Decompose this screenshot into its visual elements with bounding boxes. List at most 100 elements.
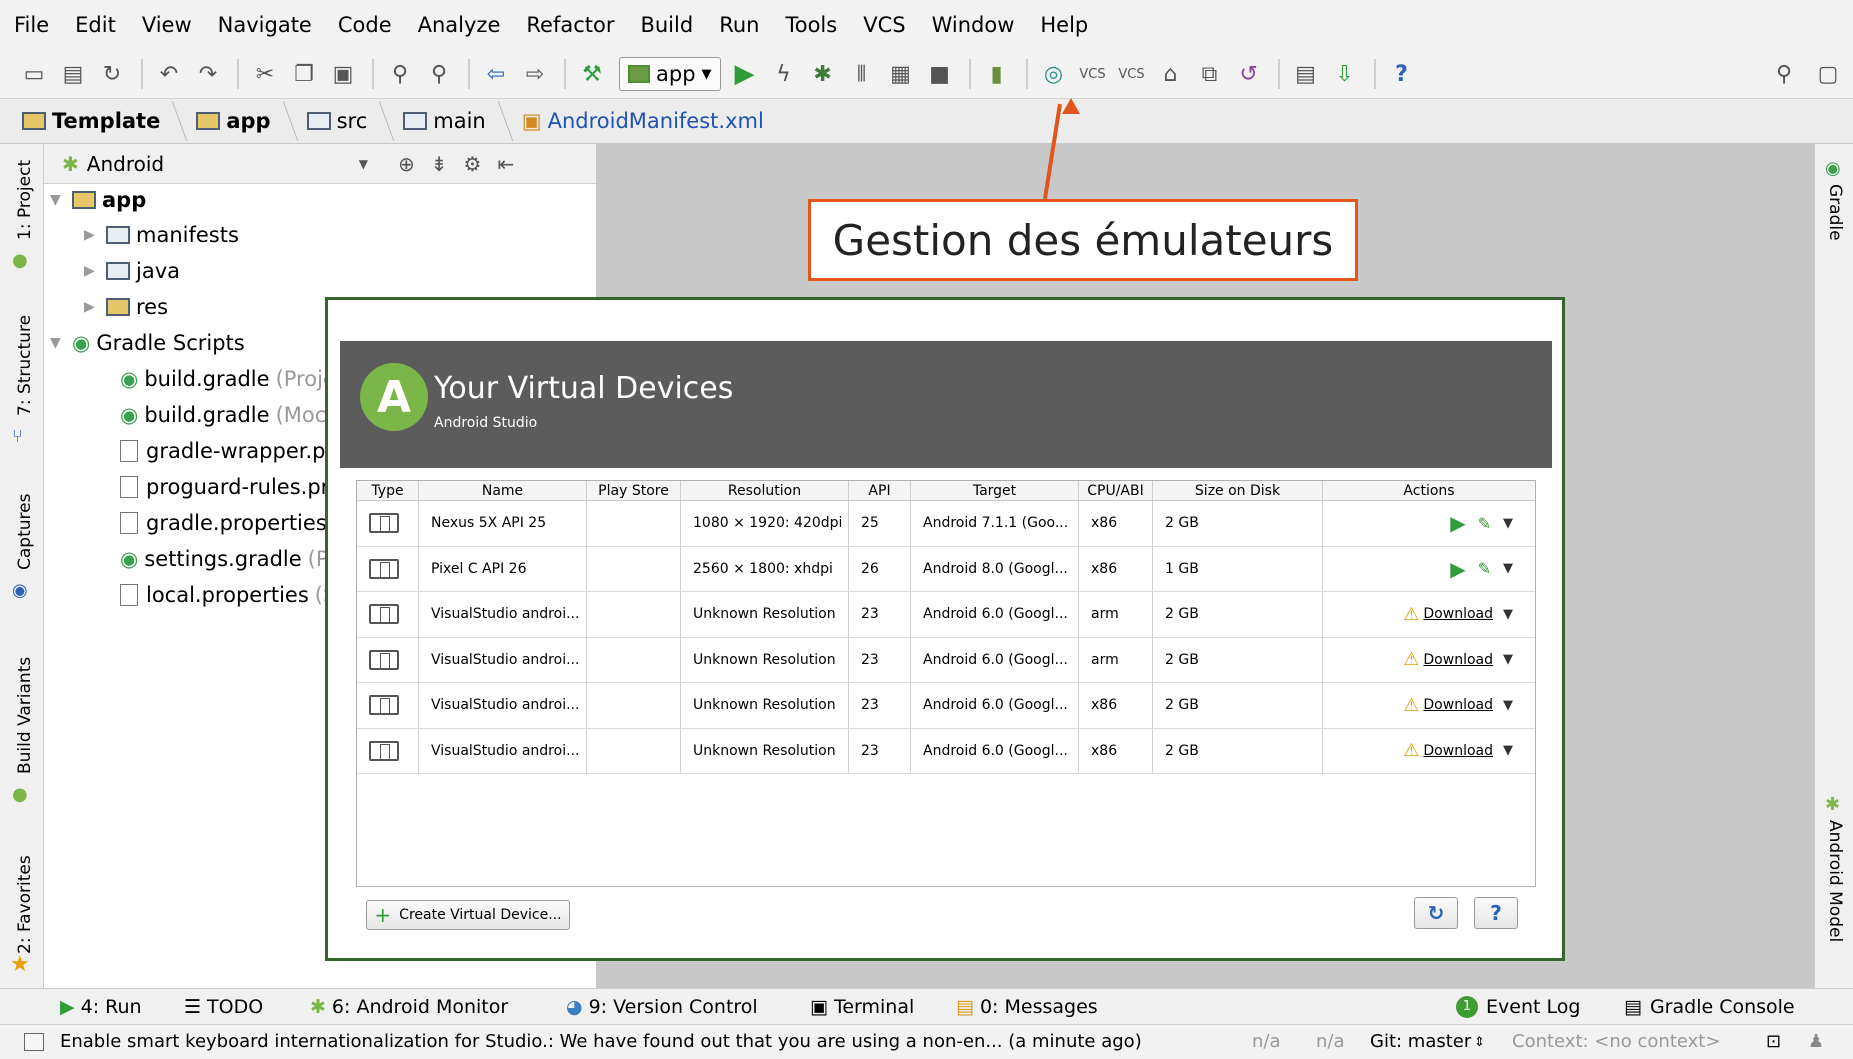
find-icon[interactable]: ⚲ — [382, 56, 418, 92]
table-row[interactable]: VisualStudio androi... Unknown Resolutio… — [357, 728, 1535, 774]
attach-debugger-icon[interactable]: ▦ — [883, 56, 919, 92]
menu-file[interactable]: File — [14, 13, 49, 37]
tree-item-build-gradle-module[interactable]: ◉ build.gradle (Moc — [120, 403, 326, 427]
expand-arrow-icon[interactable]: ▼ — [50, 192, 72, 208]
lock-icon[interactable]: ⊡ — [1766, 1031, 1781, 1052]
cut-icon[interactable]: ✂ — [247, 56, 283, 92]
chevron-down-icon[interactable]: ▼ — [1503, 607, 1513, 622]
menu-refactor[interactable]: Refactor — [526, 13, 614, 37]
chevron-down-icon[interactable]: ▼ — [1503, 698, 1513, 713]
hide-panel-icon[interactable]: ⇤ — [497, 152, 514, 176]
menu-window[interactable]: Window — [932, 13, 1015, 37]
scroll-from-source-icon[interactable]: ⊕ — [398, 152, 415, 176]
tree-item-build-gradle-project[interactable]: ◉ build.gradle (Proje — [120, 367, 336, 391]
vcs-commit-icon[interactable]: VCS — [1114, 56, 1150, 92]
search-everywhere-icon[interactable]: ⚲ — [1766, 56, 1802, 92]
tree-item-proguard[interactable]: proguard-rules.pr — [120, 475, 329, 499]
git-branch[interactable]: Git: master — [1370, 1031, 1471, 1052]
inspector-icon[interactable]: ♟ — [1808, 1031, 1824, 1052]
save-icon[interactable]: ▤ — [55, 56, 91, 92]
tree-item-local-properties[interactable]: local.properties (S — [120, 583, 336, 607]
make-icon[interactable]: ⚒ — [574, 56, 610, 92]
col-name[interactable]: Name — [419, 481, 587, 500]
tab-run[interactable]: ▶ 4: Run — [60, 996, 142, 1018]
tab-build-variants[interactable]: Build Variants — [15, 657, 35, 774]
apply-changes-icon[interactable]: ϟ — [766, 56, 802, 92]
menu-build[interactable]: Build — [640, 13, 693, 37]
avd-manager-icon[interactable]: ▮ — [979, 56, 1015, 92]
tab-android-monitor[interactable]: ✱ 6: Android Monitor — [310, 996, 508, 1018]
menu-run[interactable]: Run — [719, 13, 759, 37]
status-context[interactable]: Context: <no context> — [1512, 1031, 1720, 1052]
tree-item-gradle-scripts[interactable]: ▼ ◉ Gradle Scripts — [50, 331, 245, 355]
menu-view[interactable]: View — [142, 13, 192, 37]
help-icon[interactable]: ? — [1384, 56, 1420, 92]
run-config-select[interactable]: app ▼ — [619, 57, 721, 91]
menu-help[interactable]: Help — [1040, 13, 1088, 37]
expand-arrow-icon[interactable]: ▶ — [84, 227, 106, 243]
edit-icon[interactable]: ✎ — [1478, 514, 1491, 533]
tab-terminal[interactable]: ▣ Terminal — [810, 996, 914, 1018]
col-play-store[interactable]: Play Store — [587, 481, 681, 500]
expand-arrow-icon[interactable]: ▶ — [84, 299, 106, 315]
revert-icon[interactable]: ↺ — [1231, 56, 1267, 92]
open-icon[interactable]: ▭ — [16, 56, 52, 92]
menu-vcs[interactable]: VCS — [863, 13, 905, 37]
col-size-on-disk[interactable]: Size on Disk — [1153, 481, 1323, 500]
menu-navigate[interactable]: Navigate — [218, 13, 312, 37]
col-actions[interactable]: Actions — [1323, 481, 1535, 500]
expand-arrow-icon[interactable]: ▼ — [50, 335, 72, 351]
breadcrumb-main[interactable]: main — [393, 109, 511, 133]
breadcrumb-template[interactable]: Template — [22, 109, 186, 133]
launch-icon[interactable]: ▶ — [1450, 511, 1465, 535]
android-device-icon[interactable]: ⇩ — [1327, 56, 1363, 92]
stop-icon[interactable]: ■ — [922, 56, 958, 92]
profile-icon[interactable]: ⫴ — [844, 56, 880, 92]
chevron-down-icon[interactable]: ▼ — [359, 157, 368, 171]
breadcrumb-app[interactable]: app — [186, 109, 296, 133]
copy-icon[interactable]: ❐ — [286, 56, 322, 92]
run-icon[interactable]: ▶ — [727, 56, 763, 92]
download-link[interactable]: Download — [1423, 652, 1493, 668]
tree-item-gradle-wrapper[interactable]: gradle-wrapper.pr — [120, 439, 334, 463]
tab-android-model[interactable]: Android Model — [1825, 820, 1845, 942]
tab-todo[interactable]: ☰ TODO — [184, 996, 263, 1018]
chevron-down-icon[interactable]: ▼ — [1503, 743, 1513, 758]
tree-item-java[interactable]: ▶ java — [84, 259, 180, 283]
col-api[interactable]: API — [849, 481, 911, 500]
debug-icon[interactable]: ✱ — [805, 56, 841, 92]
launch-icon[interactable]: ▶ — [1450, 557, 1465, 581]
tree-item-settings-gradle[interactable]: ◉ settings.gradle (Pr — [120, 547, 337, 571]
tab-structure[interactable]: 7: Structure — [15, 315, 35, 416]
download-link[interactable]: Download — [1423, 743, 1493, 759]
tab-gradle[interactable]: Gradle — [1825, 184, 1845, 241]
toggle-tool-windows-icon[interactable] — [24, 1033, 44, 1051]
menu-edit[interactable]: Edit — [75, 13, 116, 37]
redo-icon[interactable]: ↷ — [190, 56, 226, 92]
tree-item-app[interactable]: ▼ app — [50, 188, 146, 212]
menu-tools[interactable]: Tools — [785, 13, 837, 37]
project-view-select[interactable]: Android — [87, 152, 359, 176]
undo-icon[interactable]: ↶ — [151, 56, 187, 92]
col-type[interactable]: Type — [357, 481, 419, 500]
forward-icon[interactable]: ⇨ — [517, 56, 553, 92]
status-message[interactable]: Enable smart keyboard internationalizati… — [60, 1031, 1142, 1052]
help-button[interactable]: ? — [1474, 897, 1518, 929]
col-cpu-abi[interactable]: CPU/ABI — [1079, 481, 1153, 500]
tab-captures[interactable]: Captures — [15, 494, 35, 570]
refresh-button[interactable]: ↻ — [1414, 897, 1458, 929]
back-icon[interactable]: ⇦ — [478, 56, 514, 92]
expand-arrow-icon[interactable]: ▶ — [84, 263, 106, 279]
device-monitor-icon[interactable]: ⧉ — [1192, 56, 1228, 92]
tree-item-manifests[interactable]: ▶ manifests — [84, 223, 239, 247]
tree-item-gradle-properties[interactable]: gradle.properties — [120, 511, 327, 535]
table-row[interactable]: Nexus 5X API 25 1080 × 1920: 420dpi 25 A… — [357, 501, 1535, 547]
collapse-all-icon[interactable]: ⇟ — [431, 152, 448, 176]
sdk-manager-icon[interactable]: ⌂ — [1153, 56, 1189, 92]
breadcrumb-src[interactable]: src — [297, 109, 394, 133]
menu-code[interactable]: Code — [338, 13, 392, 37]
col-resolution[interactable]: Resolution — [681, 481, 849, 500]
sync-gradle-icon[interactable]: ◎ — [1036, 56, 1072, 92]
table-row[interactable]: VisualStudio androi... Unknown Resolutio… — [357, 637, 1535, 683]
settings-icon[interactable]: ⚙ — [464, 152, 482, 176]
